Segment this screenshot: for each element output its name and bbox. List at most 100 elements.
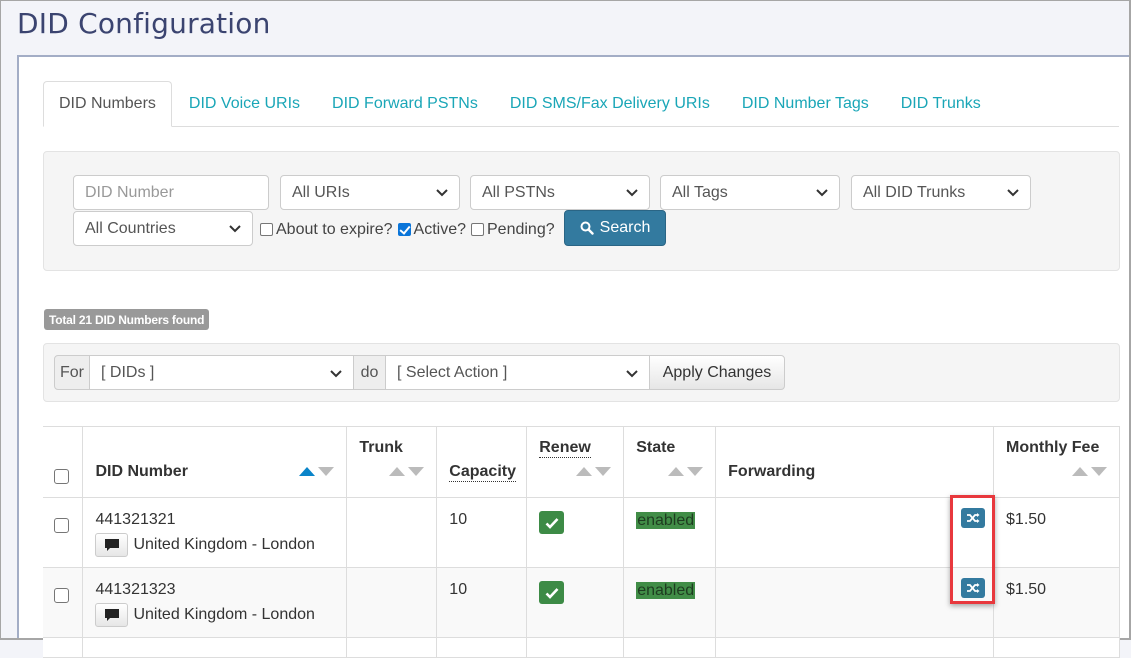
sort-control[interactable] bbox=[576, 467, 612, 476]
state-header-label: State bbox=[636, 439, 676, 456]
forwarding-button[interactable] bbox=[961, 508, 986, 528]
sort-asc-icon bbox=[299, 467, 316, 476]
monthly-fee-value: $1.50 bbox=[1006, 581, 1047, 598]
comment-button[interactable] bbox=[95, 603, 129, 627]
did-number-cell: 441321323 United Kingdom - London bbox=[82, 567, 348, 638]
pending-checkbox[interactable] bbox=[471, 223, 484, 236]
did-location: United Kingdom - London bbox=[133, 536, 315, 553]
filter-panel: DID Number All URIs All PSTNs All Tags A… bbox=[43, 151, 1120, 271]
pstns-select-value: All PSTNs bbox=[482, 183, 555, 201]
uris-select-value: All URIs bbox=[292, 183, 350, 201]
did-number[interactable]: 441321321 bbox=[95, 511, 175, 529]
row-select-cell bbox=[43, 497, 84, 568]
did-number-placeholder: DID Number bbox=[85, 183, 174, 201]
chevron-down-icon bbox=[816, 189, 828, 197]
trunk-cell bbox=[346, 497, 438, 568]
capacity-header-label: Capacity bbox=[449, 463, 516, 482]
tab-did-voice-uris[interactable]: DID Voice URIs bbox=[174, 81, 315, 126]
forwarding-cell bbox=[715, 497, 995, 568]
did-location: United Kingdom - London bbox=[133, 606, 315, 623]
sort-control[interactable] bbox=[389, 467, 425, 476]
tags-select[interactable]: All Tags bbox=[660, 175, 840, 210]
monthly-fee-cell: $1.50 bbox=[993, 497, 1120, 568]
shuffle-icon bbox=[967, 583, 980, 593]
uris-select[interactable]: All URIs bbox=[280, 175, 460, 210]
did-trunks-select-value: All DID Trunks bbox=[863, 183, 966, 201]
countries-select[interactable]: All Countries bbox=[73, 211, 253, 246]
chevron-down-icon bbox=[1007, 189, 1019, 197]
column-header-did-number[interactable]: DID Number bbox=[82, 426, 348, 498]
did-number-input[interactable]: DID Number bbox=[73, 175, 269, 210]
sort-desc-icon bbox=[595, 467, 612, 476]
active-label: Active? bbox=[413, 220, 466, 238]
table-row-partial bbox=[43, 637, 1120, 658]
chevron-down-icon bbox=[229, 225, 241, 233]
shuffle-icon bbox=[967, 513, 980, 523]
sort-asc-icon bbox=[668, 467, 685, 476]
forwarding-button[interactable] bbox=[961, 578, 986, 598]
sort-desc-icon bbox=[687, 467, 704, 476]
row-checkbox[interactable] bbox=[54, 588, 69, 603]
tab-did-numbers[interactable]: DID Numbers bbox=[43, 81, 172, 127]
search-button[interactable]: Search bbox=[564, 210, 666, 246]
search-icon bbox=[580, 221, 594, 235]
total-count-badge: Total 21 DID Numbers found bbox=[44, 309, 210, 330]
column-header-trunk[interactable]: Trunk bbox=[346, 426, 438, 498]
check-icon bbox=[545, 587, 559, 599]
apply-changes-button[interactable]: Apply Changes bbox=[649, 355, 785, 390]
table-header-row: DID Number Trunk Capacity Renew State Fo… bbox=[43, 426, 1120, 498]
did-number[interactable]: 441321323 bbox=[95, 581, 175, 599]
capacity-value: 10 bbox=[449, 581, 468, 598]
column-header-capacity[interactable]: Capacity bbox=[436, 426, 528, 498]
monthly-fee-cell: $1.50 bbox=[993, 567, 1120, 638]
sort-desc-icon bbox=[318, 467, 335, 476]
select-all-checkbox[interactable] bbox=[54, 469, 69, 484]
monthly-fee-header-label: Monthly Fee bbox=[1006, 439, 1100, 456]
sort-asc-icon bbox=[576, 467, 593, 476]
select-all-header bbox=[43, 426, 84, 498]
did-trunks-select[interactable]: All DID Trunks bbox=[851, 175, 1031, 210]
state-badge: enabled bbox=[636, 582, 696, 599]
search-button-label: Search bbox=[599, 219, 651, 236]
sort-control[interactable] bbox=[668, 467, 704, 476]
sort-desc-icon bbox=[408, 467, 425, 476]
tab-did-forward-pstns[interactable]: DID Forward PSTNs bbox=[317, 81, 493, 126]
countries-select-value: All Countries bbox=[85, 219, 176, 237]
for-label: For bbox=[54, 355, 90, 390]
pending-label: Pending? bbox=[487, 220, 555, 238]
column-header-renew[interactable]: Renew bbox=[526, 426, 625, 498]
about-to-expire-checkbox[interactable] bbox=[260, 223, 273, 236]
did-number-header-label: DID Number bbox=[95, 463, 188, 480]
sort-control[interactable] bbox=[299, 467, 335, 476]
bulk-action-bar: For [ DIDs ] do [ Select Action ] Apply … bbox=[43, 343, 1120, 402]
comment-icon bbox=[104, 609, 119, 621]
tab-did-trunks[interactable]: DID Trunks bbox=[886, 81, 996, 126]
action-select[interactable]: [ Select Action ] bbox=[385, 355, 650, 390]
tab-bar: DID Numbers DID Voice URIs DID Forward P… bbox=[43, 81, 1119, 127]
column-header-state[interactable]: State bbox=[623, 426, 717, 498]
column-header-forwarding: Forwarding bbox=[715, 426, 995, 498]
active-checkbox[interactable] bbox=[397, 223, 411, 236]
chevron-down-icon bbox=[436, 189, 448, 197]
column-header-monthly-fee[interactable]: Monthly Fee bbox=[993, 426, 1120, 498]
capacity-cell: 10 bbox=[436, 567, 528, 638]
sort-control[interactable] bbox=[1072, 467, 1107, 476]
renew-header-label: Renew bbox=[539, 439, 591, 458]
renew-toggle[interactable] bbox=[539, 511, 565, 534]
sort-desc-icon bbox=[1091, 467, 1107, 476]
page-title: DID Configuration bbox=[17, 7, 271, 40]
tab-did-number-tags[interactable]: DID Number Tags bbox=[727, 81, 884, 126]
renew-cell bbox=[526, 497, 625, 568]
pstns-select[interactable]: All PSTNs bbox=[470, 175, 650, 210]
filter-checkboxes: About to expire? Active? Pending? bbox=[258, 212, 555, 247]
comment-icon bbox=[104, 539, 119, 551]
action-select-value: [ Select Action ] bbox=[397, 363, 508, 381]
sort-asc-icon bbox=[389, 467, 406, 476]
renew-toggle[interactable] bbox=[539, 581, 565, 604]
row-checkbox[interactable] bbox=[54, 518, 69, 533]
sort-asc-icon bbox=[1072, 467, 1088, 476]
tab-did-sms-fax-delivery-uris[interactable]: DID SMS/Fax Delivery URIs bbox=[495, 81, 725, 126]
comment-button[interactable] bbox=[95, 533, 129, 557]
monthly-fee-value: $1.50 bbox=[1006, 511, 1047, 528]
target-select[interactable]: [ DIDs ] bbox=[89, 355, 354, 390]
